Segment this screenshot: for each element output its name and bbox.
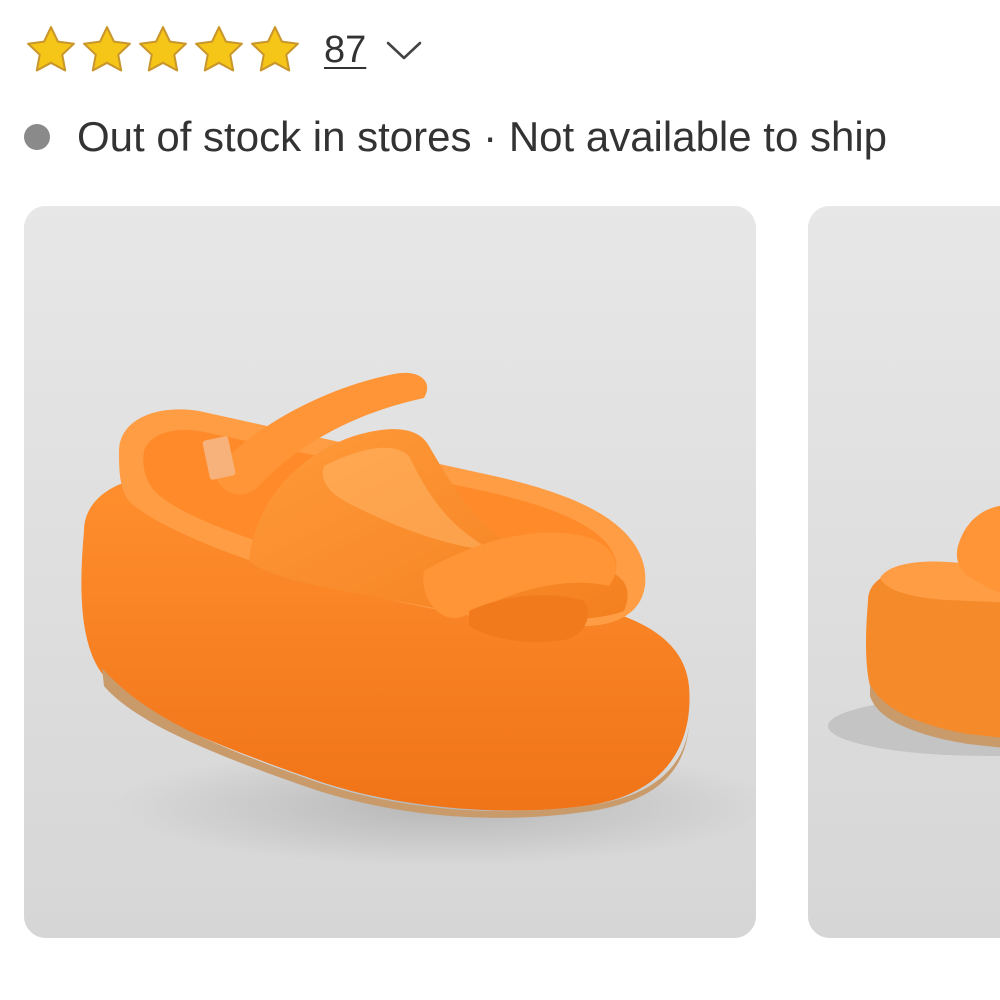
sandal-image <box>808 206 1000 938</box>
availability-text: Out of stock in stores · Not available t… <box>77 113 888 160</box>
star-icon <box>27 26 75 72</box>
product-image-primary[interactable] <box>24 206 756 938</box>
star-rating[interactable] <box>24 23 302 77</box>
star-icon <box>251 26 299 72</box>
sandal-image <box>24 206 756 938</box>
star-icon <box>83 26 131 72</box>
availability-status: Out of stock in stores · Not available t… <box>24 108 887 166</box>
product-image-secondary[interactable] <box>808 206 1000 938</box>
product-image-carousel[interactable] <box>0 206 1000 939</box>
rating-row: 87 <box>24 22 424 78</box>
review-count-link[interactable]: 87 <box>324 29 366 72</box>
star-icon <box>139 26 187 72</box>
status-dot-icon <box>24 124 50 150</box>
star-icon <box>195 26 243 72</box>
product-detail-page: 87 Out of stock in stores · Not availabl… <box>0 0 1000 1000</box>
chevron-down-icon[interactable] <box>384 30 424 70</box>
